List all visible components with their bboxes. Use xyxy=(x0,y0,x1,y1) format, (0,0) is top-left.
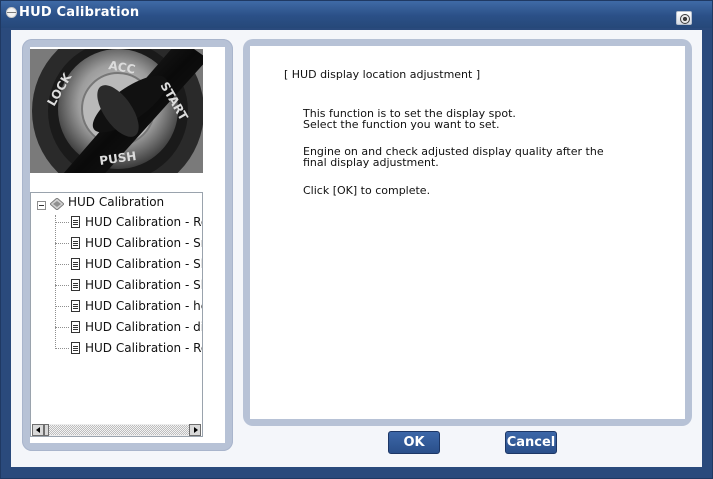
document-icon xyxy=(71,258,80,270)
scroll-right-arrow-icon[interactable] xyxy=(189,424,201,436)
tree-connector xyxy=(55,306,69,307)
cancel-button[interactable]: Cancel xyxy=(505,431,557,454)
document-icon xyxy=(71,237,80,249)
ok-button[interactable]: OK xyxy=(388,431,440,454)
window-title: HUD Calibration xyxy=(19,5,140,20)
tree-root-label: HUD Calibration xyxy=(68,195,165,209)
tree-item-label: HUD Calibration - hc xyxy=(85,299,203,313)
title-bar[interactable]: HUD Calibration xyxy=(1,1,712,28)
horizontal-scrollbar[interactable] xyxy=(32,424,201,436)
folder-diamond-icon xyxy=(50,198,64,210)
instruction-line: final display adjustment. xyxy=(303,156,439,169)
tree-connector xyxy=(55,348,69,349)
tree-item-label: HUD Calibration - Sl xyxy=(85,278,203,292)
screenshot-button[interactable] xyxy=(676,11,692,25)
instruction-line: Select the function you want to set. xyxy=(303,118,500,131)
document-icon xyxy=(71,279,80,291)
right-panel: [ HUD display location adjustment ] This… xyxy=(243,39,692,426)
tree-connector xyxy=(55,327,69,328)
tree-item[interactable]: HUD Calibration - Re xyxy=(55,339,203,359)
tree-item-label: HUD Calibration - Re xyxy=(85,215,203,229)
section-heading: [ HUD display location adjustment ] xyxy=(284,68,481,81)
tree-item-label: HUD Calibration - di: xyxy=(85,320,203,334)
app-icon xyxy=(6,7,17,18)
document-icon xyxy=(71,300,80,312)
document-icon xyxy=(71,216,80,228)
tree-connector xyxy=(55,264,69,265)
document-icon xyxy=(71,342,80,354)
left-panel: LOCK ACC START PUSH HUD Calibration HUD … xyxy=(22,39,233,451)
tree-item[interactable]: HUD Calibration - Sr xyxy=(55,234,203,254)
scroll-track[interactable] xyxy=(49,425,189,435)
left-panel-inner: LOCK ACC START PUSH HUD Calibration HUD … xyxy=(30,47,225,443)
tree-item-label: HUD Calibration - Sl xyxy=(85,257,203,271)
tree-item-label: HUD Calibration - Sr xyxy=(85,236,203,250)
tree-connector xyxy=(55,285,69,286)
tree-connector xyxy=(55,243,69,244)
hud-calibration-window: HUD Calibration LOCK ACC START PUSH HUD … xyxy=(0,0,713,479)
tree-item-label: HUD Calibration - Re xyxy=(85,341,203,355)
ignition-key-switch-icon: LOCK ACC START PUSH xyxy=(30,49,203,173)
instructions-area: [ HUD display location adjustment ] This… xyxy=(250,46,685,419)
tree-connector xyxy=(55,222,69,223)
collapse-icon[interactable] xyxy=(37,201,46,210)
calibration-tree[interactable]: HUD Calibration HUD Calibration - Re HUD… xyxy=(30,192,203,437)
camera-icon xyxy=(680,14,690,24)
tree-item[interactable]: HUD Calibration - hc xyxy=(55,297,203,317)
dialog-content: LOCK ACC START PUSH HUD Calibration HUD … xyxy=(11,30,702,467)
tree-item[interactable]: HUD Calibration - Sl xyxy=(55,255,203,275)
scroll-left-arrow-icon[interactable] xyxy=(32,424,44,436)
instruction-line: Click [OK] to complete. xyxy=(303,184,431,197)
ignition-key-photo: LOCK ACC START PUSH xyxy=(30,49,203,173)
tree-item[interactable]: HUD Calibration - di: xyxy=(55,318,203,338)
document-icon xyxy=(71,321,80,333)
tree-item[interactable]: HUD Calibration - Re xyxy=(55,213,203,233)
tree-item[interactable]: HUD Calibration - Sl xyxy=(55,276,203,296)
